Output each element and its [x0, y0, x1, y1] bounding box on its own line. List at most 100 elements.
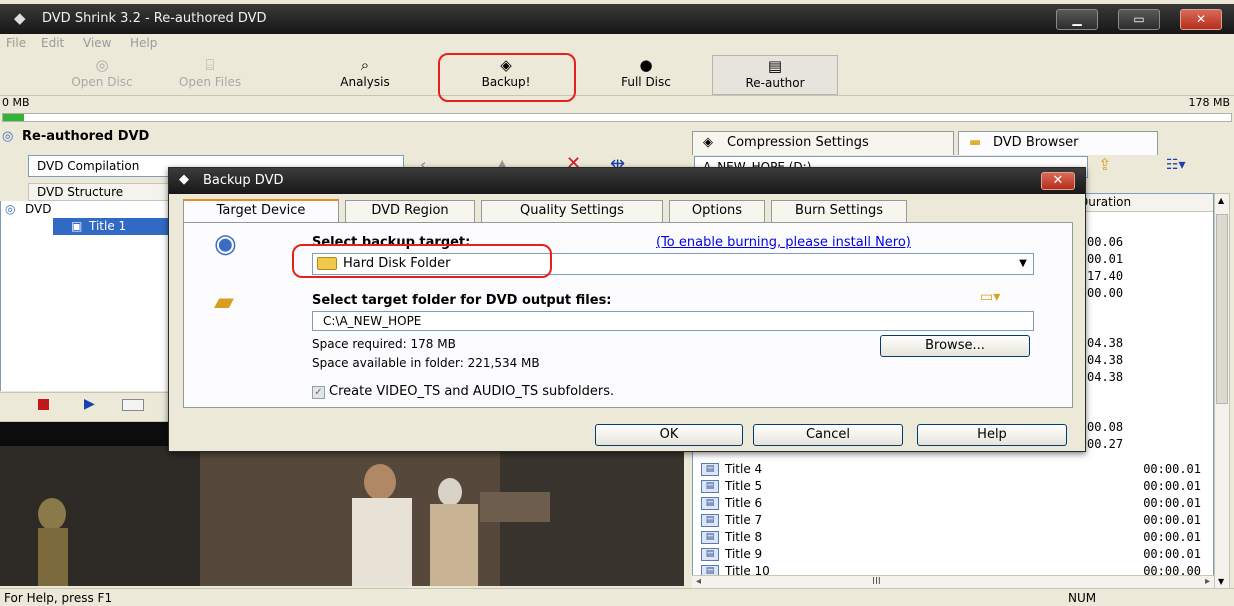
select-target-folder-label: Select target folder for DVD output file…	[312, 293, 612, 308]
install-nero-link[interactable]: (To enable burning, please install Nero)	[656, 235, 911, 250]
stop-icon[interactable]	[38, 399, 49, 410]
title-name: Title 7	[725, 513, 763, 527]
disc-icon: ◎	[95, 56, 109, 74]
tab-dvd-browser[interactable]: ▬ DVD Browser	[958, 131, 1158, 155]
table-row[interactable]: ▤ Title 7 00:00.01	[701, 512, 1201, 529]
num-lock-indicator: NUM	[1068, 591, 1097, 605]
chevron-down-icon[interactable]: ▼	[1013, 254, 1033, 274]
status-bar: For Help, press F1 NUM	[0, 588, 1234, 606]
seek-slider[interactable]	[122, 399, 144, 411]
hard-disk-folder-highlight-annotation	[292, 244, 552, 278]
title-icon: ▤	[701, 548, 719, 561]
dvd-root-icon: ◎	[5, 202, 16, 216]
open-disc-button[interactable]: ◎ Open Disc	[52, 55, 152, 95]
table-row[interactable]: ▤ Title 6 00:00.01	[701, 495, 1201, 512]
duration-value: 00.06	[1087, 235, 1124, 249]
table-row[interactable]: ▤ Title 8 00:00.01	[701, 529, 1201, 546]
title-icon: ▤	[701, 463, 719, 476]
full-disc-label: Full Disc	[621, 75, 671, 89]
up-folder-icon[interactable]: ⇪	[1098, 155, 1111, 174]
title-icon: ▤	[701, 497, 719, 510]
duration-value: 04.38	[1087, 336, 1124, 350]
re-author-icon: ▤	[767, 57, 783, 75]
help-button[interactable]: Help	[917, 424, 1067, 446]
dvd-structure-column-header[interactable]: DVD Structure	[28, 183, 178, 201]
horizontal-scrollbar[interactable]: ◂ III ▸	[692, 575, 1214, 589]
tab-dvd-region[interactable]: DVD Region	[345, 200, 475, 222]
browse-button[interactable]: Browse...	[880, 335, 1030, 357]
open-disc-label: Open Disc	[71, 75, 133, 89]
disc-size-progress	[2, 113, 1232, 122]
duration-value: 04.38	[1087, 370, 1124, 384]
scroll-left-icon[interactable]: ◂	[696, 576, 701, 587]
minimize-button[interactable]: ▁	[1056, 9, 1098, 30]
window-titlebar[interactable]: ◆ DVD Shrink 3.2 - Re-authored DVD ▁ ▭ ✕	[0, 4, 1234, 34]
disc-size-progress-fill	[3, 114, 24, 121]
re-author-label: Re-author	[745, 76, 805, 90]
backup-highlight-annotation	[438, 53, 576, 102]
vertical-scrollbar[interactable]: ▲ ▼	[1214, 193, 1230, 589]
duration-value: 00.01	[1087, 252, 1124, 266]
dvd-shrink-window: ◆ DVD Shrink 3.2 - Re-authored DVD ▁ ▭ ✕…	[0, 0, 1234, 606]
create-subfolders-checkbox[interactable]: ✓	[312, 386, 325, 399]
tree-item-dvd[interactable]: ◎ DVD	[3, 201, 123, 218]
title-icon: ▤	[701, 480, 719, 493]
re-authored-dvd-header: ◎ Re-authored DVD	[0, 125, 682, 149]
open-files-button[interactable]: ⌸ Open Files	[160, 55, 260, 95]
full-disc-button[interactable]: ● Full Disc	[598, 55, 694, 95]
tab-compression-settings[interactable]: ◈ Compression Settings	[692, 131, 954, 155]
analysis-button[interactable]: ⌕ Analysis	[320, 55, 410, 95]
view-menu-icon[interactable]: ☷▾	[1166, 157, 1186, 173]
duration-value: 17.40	[1087, 269, 1124, 283]
scroll-right-icon[interactable]: ▸	[1205, 576, 1210, 587]
menu-edit[interactable]: Edit	[41, 36, 64, 50]
tree-item-title-1[interactable]: ▣ Title 1	[53, 218, 173, 235]
scroll-thumb[interactable]	[1216, 214, 1228, 404]
re-authored-dvd-title: Re-authored DVD	[22, 129, 150, 144]
hidden-durations: 00.06 00.01 17.40 00.00 04.38 04.38 04.3…	[1087, 234, 1123, 453]
ok-button[interactable]: OK	[595, 424, 743, 446]
duration-column-header[interactable]: Duration	[1079, 195, 1131, 209]
close-button[interactable]: ✕	[1180, 9, 1222, 30]
dialog-title: Backup DVD	[203, 173, 284, 188]
target-folder-icon: ▰	[214, 287, 234, 317]
title-duration: 00:00.01	[1143, 496, 1201, 510]
play-icon[interactable]: ▶	[84, 396, 95, 412]
title-duration: 00:00.01	[1143, 530, 1201, 544]
tab-quality-settings[interactable]: Quality Settings	[481, 200, 663, 222]
dvd-disc-icon: ◎	[2, 129, 14, 144]
backup-dvd-dialog: ◆ Backup DVD ✕ Target Device DVD Region …	[168, 167, 1086, 452]
title-name: Title 8	[725, 530, 763, 544]
tab-options[interactable]: Options	[669, 200, 765, 222]
tab-burn-settings[interactable]: Burn Settings	[771, 200, 907, 222]
re-author-button[interactable]: ▤ Re-author	[712, 55, 838, 95]
title-name: Title 9	[725, 547, 763, 561]
folder-options-icon[interactable]: ▭▾	[980, 289, 1000, 305]
title-duration: 00:00.01	[1143, 462, 1201, 476]
folder-icon: ▬	[969, 135, 982, 150]
maximize-button[interactable]: ▭	[1118, 9, 1160, 30]
analysis-label: Analysis	[340, 75, 390, 89]
backup-target-disc-icon: ◉	[214, 229, 237, 259]
duration-value: 00.27	[1087, 437, 1124, 451]
table-row[interactable]: ▤ Title 9 00:00.01	[701, 546, 1201, 563]
table-row[interactable]: ▤ Title 5 00:00.01	[701, 478, 1201, 495]
menu-view[interactable]: View	[83, 36, 111, 50]
scroll-grip[interactable]: III	[872, 576, 881, 587]
tab-target-device[interactable]: Target Device	[183, 199, 339, 223]
title-icon: ▤	[701, 514, 719, 527]
cancel-button[interactable]: Cancel	[753, 424, 903, 446]
scroll-up-icon[interactable]: ▲	[1218, 196, 1224, 205]
target-folder-input[interactable]: C:\A_NEW_HOPE	[312, 311, 1034, 331]
scroll-down-icon[interactable]: ▼	[1218, 577, 1224, 586]
space-required-text: Space required: 178 MB	[312, 337, 456, 351]
dialog-titlebar[interactable]: ◆ Backup DVD ✕	[169, 168, 1085, 194]
table-row[interactable]: ▤ Title 4 00:00.01	[701, 461, 1201, 478]
menu-file[interactable]: File	[6, 36, 26, 50]
compression-icon: ◈	[703, 135, 713, 150]
dialog-close-button[interactable]: ✕	[1041, 172, 1075, 190]
title-name: Title 6	[725, 496, 763, 510]
title-duration: 00:00.01	[1143, 513, 1201, 527]
menu-help[interactable]: Help	[130, 36, 157, 50]
space-available-text: Space available in folder: 221,534 MB	[312, 356, 540, 370]
